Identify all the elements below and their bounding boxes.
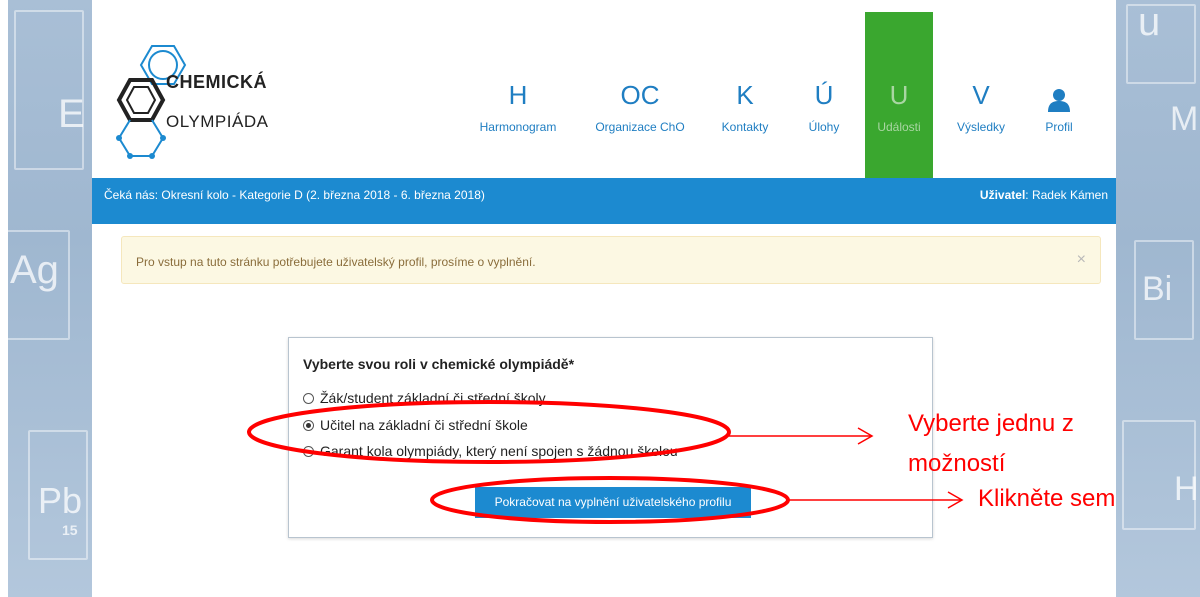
- element-symbol: Bi: [1142, 270, 1173, 308]
- nav-letter: U: [889, 80, 909, 110]
- site-header: CHEMICKÁ OLYMPIÁDA H Harmonogram OC Orga…: [92, 12, 1116, 178]
- user-name: : Radek Kámen: [1025, 188, 1108, 202]
- nav-label: Harmonogram: [479, 120, 557, 134]
- nav-item-profil[interactable]: Profil: [1030, 12, 1088, 178]
- radio-button-checked[interactable]: [303, 419, 314, 431]
- periodic-tile: [1126, 4, 1196, 84]
- role-option-label: Žák/student základní či střední školy: [320, 390, 546, 406]
- alert-message: Pro vstup na tuto stránku potřebujete už…: [136, 255, 536, 269]
- logo-text-line2: OLYMPIÁDA: [166, 112, 269, 131]
- annotation-choose-line2: možností: [908, 450, 1006, 477]
- nav-item-kontakty[interactable]: K Kontakty: [710, 12, 780, 178]
- nav-item-harmonogram[interactable]: H Harmonogram: [472, 12, 564, 178]
- role-option-student[interactable]: Žák/student základní či střední školy: [303, 390, 546, 406]
- element-symbol: u: [1138, 0, 1161, 44]
- logo-text-line1: CHEMICKÁ: [166, 72, 267, 92]
- role-option-teacher[interactable]: Učitel na základní či střední škole: [303, 417, 528, 433]
- site-logo[interactable]: CHEMICKÁ OLYMPIÁDA: [112, 40, 292, 170]
- molecule-logo-icon: [116, 45, 187, 159]
- annotation-click-here: Klikněte sem: [978, 485, 1116, 512]
- nav-label: Organizace ChO: [595, 120, 685, 134]
- nav-label: Profil: [1045, 120, 1073, 134]
- annotation-choose-line1: Vyberte jednu z: [908, 410, 1074, 437]
- periodic-tile: [14, 10, 84, 170]
- upcoming-round-text: Čeká nás: Okresní kolo - Kategorie D (2.…: [104, 188, 485, 202]
- nav-letter: H: [508, 80, 528, 110]
- nav-item-organizace[interactable]: OC Organizace ChO: [584, 12, 696, 178]
- radio-button[interactable]: [303, 445, 314, 457]
- role-option-label: Učitel na základní či střední škole: [320, 417, 528, 433]
- continue-button[interactable]: Pokračovat na vyplnění uživatelského pro…: [475, 487, 751, 518]
- element-number: 15: [62, 522, 78, 538]
- left-edge-strip: [0, 0, 8, 597]
- nav-letter: Ú: [814, 80, 834, 110]
- nav-label: Kontakty: [721, 120, 769, 134]
- arrow-head: [947, 491, 964, 509]
- element-symbol: E: [58, 92, 85, 136]
- nav-letter: K: [736, 80, 754, 110]
- nav-letter: OC: [620, 80, 660, 110]
- user-label: Uživatel: [979, 188, 1026, 202]
- element-symbol: M: [1170, 100, 1199, 138]
- element-symbol: Ag: [10, 248, 59, 292]
- role-option-label: Garant kola olympiády, který není spojen…: [320, 443, 678, 459]
- background-right-panel: u Bi M H: [1116, 0, 1200, 597]
- nav-label: Události: [877, 120, 921, 134]
- radio-button[interactable]: [303, 392, 314, 404]
- role-option-guarantor[interactable]: Garant kola olympiády, který není spojen…: [303, 443, 678, 459]
- profile-required-alert: Pro vstup na tuto stránku potřebujete už…: [121, 236, 1101, 284]
- nav-item-ulohy[interactable]: Ú Úlohy: [794, 12, 854, 178]
- element-symbol: Pb: [38, 480, 83, 521]
- nav-item-vysledky[interactable]: V Výsledky: [948, 12, 1014, 178]
- role-question: Vyberte svou roli v chemické olympiádě*: [303, 356, 575, 372]
- nav-item-udalosti[interactable]: U Události: [865, 12, 933, 178]
- current-user[interactable]: Uživatel: Radek Kámen: [980, 188, 1108, 202]
- element-symbol: H: [1174, 470, 1199, 508]
- info-bar: Čeká nás: Okresní kolo - Kategorie D (2.…: [92, 178, 1116, 224]
- user-icon: [1048, 78, 1070, 112]
- nav-label: Úlohy: [808, 120, 840, 134]
- nav-label: Výsledky: [956, 120, 1006, 134]
- nav-letter: V: [972, 80, 990, 110]
- background-left-panel: Ag Pb 15 E: [0, 0, 92, 597]
- role-selection-card: Vyberte svou roli v chemické olympiádě* …: [288, 337, 933, 538]
- close-icon[interactable]: ×: [1077, 251, 1086, 269]
